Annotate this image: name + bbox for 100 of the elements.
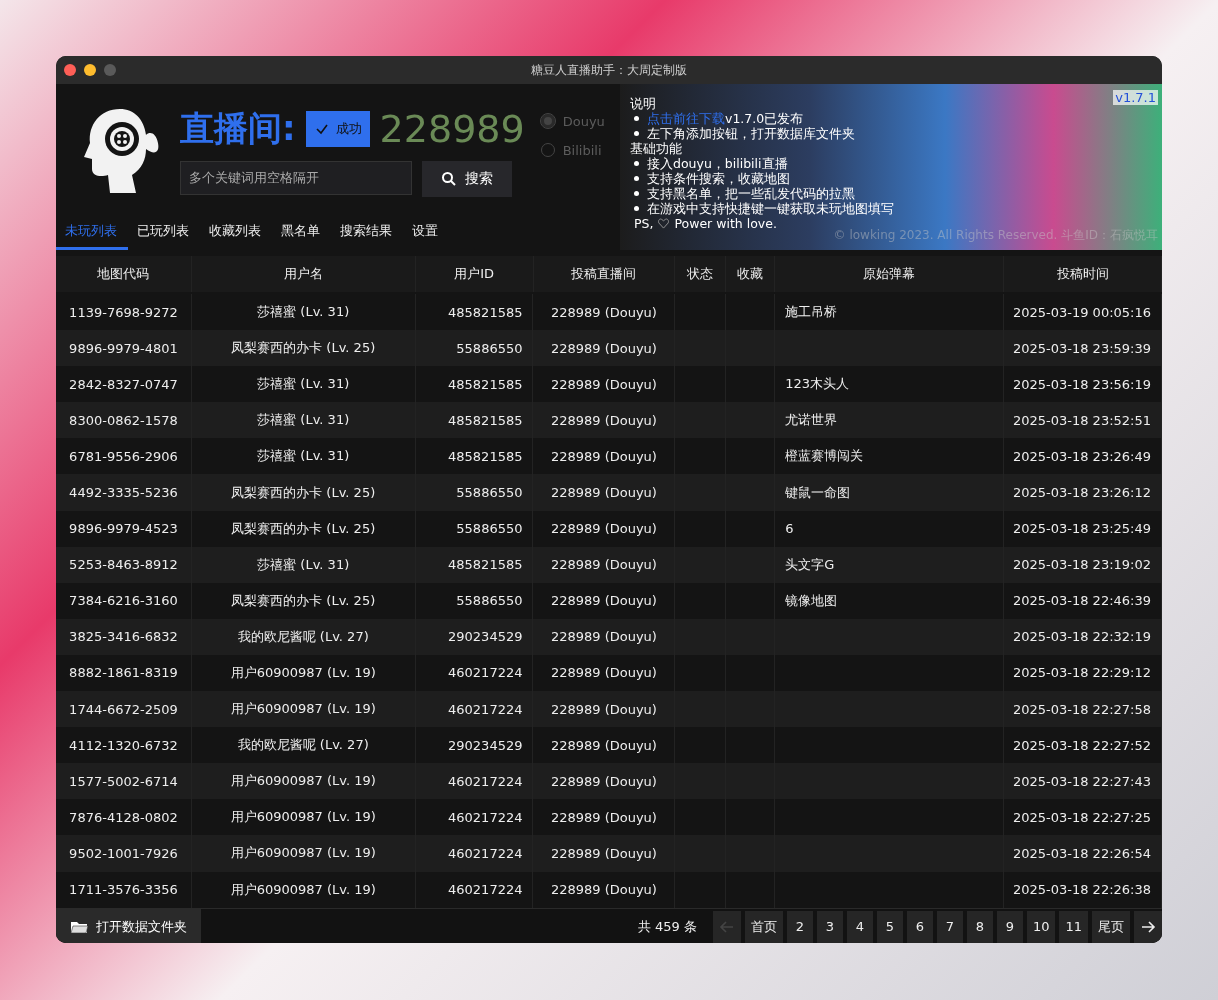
table-cell: 莎禧蜜 (Lv. 31) bbox=[257, 375, 350, 394]
table-cell: 2025-03-18 22:26:54 bbox=[1012, 845, 1151, 861]
page-button[interactable]: 10 bbox=[1026, 910, 1056, 943]
table-cell: 2025-03-18 23:26:49 bbox=[1012, 448, 1151, 464]
open-folder-button[interactable]: 打开数据文件夹 bbox=[56, 908, 201, 943]
table-cell: 头文字G bbox=[785, 555, 835, 574]
tab[interactable]: 收藏列表 bbox=[200, 215, 272, 250]
table-cell: 228989 (Douyu) bbox=[550, 809, 657, 825]
page-button[interactable]: 11 bbox=[1059, 910, 1088, 943]
page-button[interactable]: 尾页 bbox=[1092, 910, 1130, 943]
right-arrow-icon bbox=[1140, 918, 1156, 935]
table-cell: 460217224 bbox=[448, 845, 523, 861]
table-cell: 228989 (Douyu) bbox=[550, 629, 657, 645]
status-button[interactable]: 成功 bbox=[305, 110, 370, 147]
bullet-icon bbox=[634, 161, 639, 166]
table-cell: 3825-3416-6832 bbox=[69, 629, 178, 645]
info-text: 支持条件搜索，收藏地图 bbox=[647, 171, 790, 186]
page-button[interactable]: 2 bbox=[786, 910, 813, 943]
table-cell: 用户60900987 (Lv. 19) bbox=[230, 700, 376, 719]
bullet-icon bbox=[634, 206, 639, 211]
table-cell: 55886550 bbox=[456, 485, 523, 500]
table-cell: 2025-03-18 22:27:43 bbox=[1012, 773, 1151, 789]
version-label: v1.7.1 bbox=[1113, 90, 1158, 105]
table-cell: 我的欧尼酱呢 (Lv. 27) bbox=[237, 627, 369, 646]
table-cell: 228989 (Douyu) bbox=[550, 485, 657, 500]
table-cell: 485821585 bbox=[448, 304, 523, 320]
ps-label: PS, bbox=[634, 216, 654, 231]
table-cell: 228989 (Douyu) bbox=[550, 665, 657, 681]
table-cell: 用户60900987 (Lv. 19) bbox=[230, 664, 376, 682]
tab[interactable]: 已玩列表 bbox=[128, 215, 200, 250]
table-cell: 2025-03-18 23:56:19 bbox=[1012, 376, 1151, 392]
table-cell: 228989 (Douyu) bbox=[550, 701, 657, 717]
info-text: 点击前往下载v1.7.0已发布 bbox=[647, 111, 804, 126]
page-button[interactable]: 7 bbox=[936, 910, 963, 943]
table-cell: 485821585 bbox=[448, 376, 523, 392]
minimize-window-button[interactable] bbox=[84, 64, 96, 76]
table-cell: 2842-8327-0747 bbox=[69, 376, 178, 392]
total-count: 共 459 条 bbox=[637, 917, 697, 936]
table-cell: 凤梨赛西的办卡 (Lv. 25) bbox=[231, 339, 376, 358]
table-cell: 镜像地图 bbox=[785, 591, 838, 610]
table-cell: 1711-3576-3356 bbox=[69, 882, 178, 898]
table-cell: 2025-03-18 22:32:19 bbox=[1012, 629, 1151, 645]
table-cell: 290234529 bbox=[448, 629, 523, 645]
tab[interactable]: 设置 bbox=[403, 215, 449, 250]
column-header: 原始弹幕 bbox=[775, 256, 1005, 292]
page-button[interactable]: 4 bbox=[846, 910, 873, 943]
table-cell: 228989 (Douyu) bbox=[550, 773, 657, 789]
table-cell: 2025-03-18 22:27:25 bbox=[1012, 809, 1151, 825]
tagline: Power with love. bbox=[674, 216, 777, 231]
page-button[interactable]: 9 bbox=[996, 910, 1023, 943]
next-page-button[interactable] bbox=[1134, 910, 1162, 943]
info-text: 支持黑名单，把一些乱发代码的拉黑 bbox=[647, 186, 855, 201]
column-header: 用户名 bbox=[191, 256, 416, 292]
page-button[interactable]: 首页 bbox=[744, 910, 783, 943]
table-cell: 8300-0862-1578 bbox=[69, 412, 178, 428]
page-button[interactable]: 8 bbox=[966, 910, 993, 943]
info-text: 左下角添加按钮，打开数据库文件夹 bbox=[647, 126, 855, 141]
info-text: 接入douyu，bilibili直播 bbox=[647, 156, 788, 171]
table-cell: 6 bbox=[785, 521, 794, 537]
search-field[interactable]: 多个关键词用空格隔开 bbox=[180, 160, 412, 195]
tab[interactable]: 未玩列表 bbox=[56, 215, 128, 250]
table-cell: 施工吊桥 bbox=[785, 303, 838, 322]
table-cell: 9502-1001-7926 bbox=[69, 845, 178, 861]
table-cell: 用户60900987 (Lv. 19) bbox=[230, 844, 376, 863]
table-cell: 7876-4128-0802 bbox=[69, 809, 178, 825]
table-cell: 460217224 bbox=[448, 882, 523, 898]
table-cell: 2025-03-18 22:26:38 bbox=[1012, 882, 1151, 898]
window-title: 糖豆人直播助手：大周定制版 bbox=[531, 61, 687, 79]
table-cell: 228989 (Douyu) bbox=[550, 737, 657, 753]
page-button[interactable]: 6 bbox=[906, 910, 933, 943]
table-cell: 485821585 bbox=[448, 412, 523, 428]
table-cell: 9896-9979-4801 bbox=[69, 340, 178, 356]
page-button[interactable]: 5 bbox=[876, 910, 903, 943]
table-cell: 用户60900987 (Lv. 19) bbox=[230, 880, 376, 899]
table-cell: 莎禧蜜 (Lv. 31) bbox=[257, 303, 350, 322]
table-cell: 2025-03-19 00:05:16 bbox=[1012, 304, 1151, 320]
column-header: 用户ID bbox=[415, 256, 534, 292]
room-id: 228989 bbox=[379, 106, 525, 151]
table-cell: 228989 (Douyu) bbox=[550, 593, 657, 609]
table-cell: 2025-03-18 23:26:12 bbox=[1012, 485, 1151, 500]
table-cell: 1744-6672-2509 bbox=[69, 701, 178, 717]
table-cell: 2025-03-18 23:19:02 bbox=[1012, 557, 1151, 573]
search-button[interactable]: 搜索 bbox=[422, 160, 512, 197]
close-window-button[interactable] bbox=[64, 64, 76, 76]
bullet-icon bbox=[634, 176, 639, 181]
table-cell: 5253-8463-8912 bbox=[69, 557, 178, 573]
page-button[interactable]: 3 bbox=[816, 910, 843, 943]
table-cell: 460217224 bbox=[448, 773, 523, 789]
table-cell: 228989 (Douyu) bbox=[550, 412, 657, 428]
column-header: 收藏 bbox=[726, 256, 776, 292]
table-cell: 凤梨赛西的办卡 (Lv. 25) bbox=[231, 591, 376, 610]
table-cell: 460217224 bbox=[448, 701, 523, 717]
table-cell: 1577-5002-6714 bbox=[69, 773, 178, 789]
left-arrow-icon bbox=[718, 918, 735, 935]
table-cell: 290234529 bbox=[448, 737, 523, 753]
table-cell: 2025-03-18 23:25:49 bbox=[1012, 521, 1151, 537]
tab[interactable]: 黑名单 bbox=[272, 215, 331, 250]
tab[interactable]: 搜索结果 bbox=[331, 215, 403, 250]
column-header: 投稿直播间 bbox=[533, 256, 676, 292]
heart-icon bbox=[658, 218, 670, 229]
